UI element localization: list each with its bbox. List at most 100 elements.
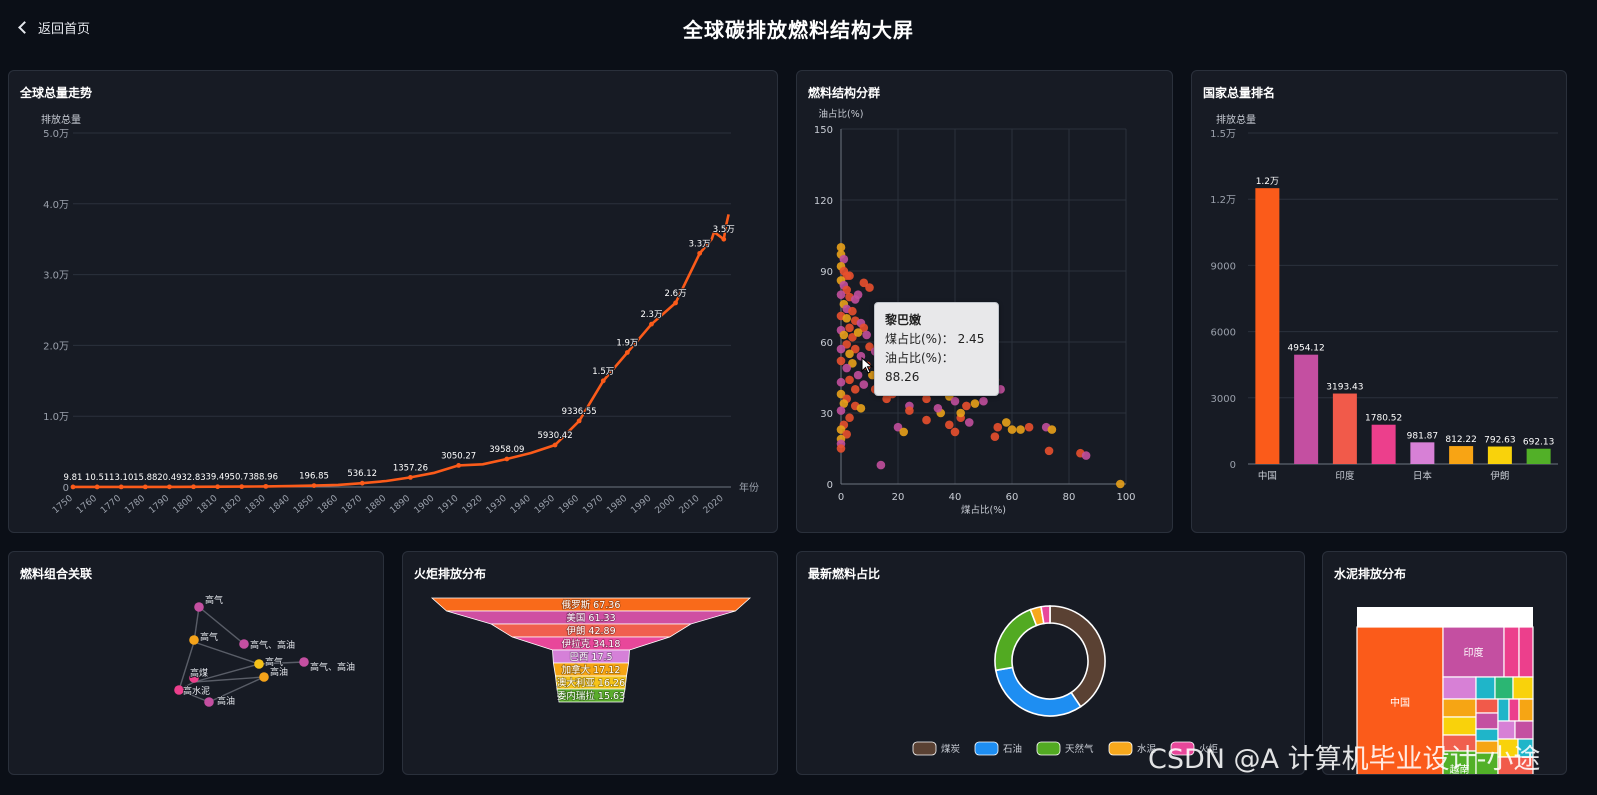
graph-node-label: 高煤	[190, 667, 208, 679]
donut-slice	[994, 608, 1038, 672]
x-tick-label: 2010	[678, 493, 702, 516]
x-tick-label: 1810	[196, 493, 220, 516]
x-tick-label: 1990	[629, 493, 653, 516]
x-tick-label: 1870	[340, 493, 364, 516]
bar-value-label: 1.2万	[1256, 177, 1279, 187]
scatter-tooltip: 黎巴嫩 煤占比(%)： 2.45 油占比(%)： 88.26	[874, 302, 999, 396]
series-point	[408, 474, 413, 480]
data-label: 2.6万	[665, 289, 687, 299]
series-point	[215, 484, 221, 490]
legend-label: 天然气	[1065, 743, 1094, 755]
scatter-point	[850, 385, 860, 394]
scatter-point	[853, 290, 863, 299]
scatter-point	[845, 271, 854, 281]
y-tick-label: 1.5万	[1210, 129, 1236, 140]
scatter-point	[922, 415, 931, 425]
funnel-label: 加拿大 17.12	[562, 664, 621, 676]
legend-swatch	[974, 741, 999, 756]
data-label: 196.85	[299, 472, 329, 482]
scatter-point	[839, 330, 849, 340]
treemap-cell	[1503, 626, 1520, 678]
data-label: 3050.27	[441, 451, 476, 461]
series-point	[239, 484, 245, 490]
y-tick-label: 30	[820, 409, 833, 420]
x-tick-label: 1750	[51, 493, 75, 516]
scatter-point	[876, 460, 886, 470]
panel-country-rank: 国家总量排名 0 3000 6000 9000 1.2万 1.5万 排放总量 1.2万 中国 49…	[1191, 70, 1567, 533]
data-label: 1357.26	[393, 463, 428, 473]
y-tick-label: 6000	[1211, 328, 1236, 339]
x-axis-title: 煤占比(%)	[961, 504, 1006, 516]
series-point	[70, 484, 76, 490]
scatter-point	[970, 399, 980, 408]
x-tick-label: 1950	[533, 493, 557, 516]
y-tick-label: 0	[827, 480, 833, 491]
graph-node-label: 高气、高油	[310, 661, 355, 673]
x-tick-label: 1820	[220, 493, 244, 516]
bar-value-label: 3193.43	[1326, 383, 1363, 393]
y-tick-label: 0	[63, 483, 69, 494]
graph-node	[189, 635, 199, 645]
series-line	[73, 214, 730, 489]
rank-bar-chart: 0 3000 6000 9000 1.2万 1.5万 排放总量 1.2万中国 4954.12 31…	[1210, 113, 1558, 482]
scatter-point	[842, 363, 851, 373]
tooltip-oil-row: 油占比(%)： 88.26	[885, 351, 954, 384]
data-label: 1.5万	[592, 367, 614, 377]
graph-node-label: 高油	[217, 695, 235, 707]
data-label: 20.49	[157, 473, 181, 483]
donut-slice	[994, 666, 1082, 717]
y-axis-title: 排放总量	[1216, 113, 1256, 126]
treemap-header	[1357, 607, 1533, 627]
panel-fuel-graph: 燃料组合关联 高气 高气 高气、高油 高气 高气、高油 高煤 高水泥 高油 高油	[8, 551, 384, 775]
panel-fuel-cluster: 燃料结构分群 0 30 60 90 120 150 0 20 40 60 80 100 油占比(%) 煤占…	[796, 70, 1173, 533]
y-tick-label: 0	[1230, 460, 1236, 471]
tooltip-coal-row: 煤占比(%)： 2.45	[885, 332, 985, 346]
series-point	[721, 236, 727, 242]
x-axis-title: 年份	[739, 481, 759, 494]
scatter-point	[1081, 451, 1091, 460]
scatter-point	[862, 330, 871, 340]
scatter-point	[1002, 418, 1011, 427]
x-tick-label: 1960	[557, 493, 581, 516]
y-tick-label: 3000	[1211, 394, 1236, 405]
x-tick-label: 1770	[99, 493, 123, 516]
series-point	[697, 250, 703, 256]
scatter-point	[950, 396, 960, 406]
data-label: 3.5万	[713, 225, 735, 235]
graph-node-label: 高气	[265, 656, 283, 668]
x-tick-label: 100	[1116, 492, 1135, 503]
treemap-cell	[1508, 698, 1520, 722]
scatter-point	[845, 323, 854, 333]
funnel-label: 美国 61.33	[566, 612, 615, 624]
bar	[1526, 448, 1551, 464]
funnel-label: 伊朗 42.89	[566, 625, 615, 637]
funnel-label: 澳大利亚 16.26	[557, 677, 625, 689]
graph-node-label: 高气	[205, 594, 223, 606]
scatter-point	[993, 422, 1003, 432]
scatter-point	[848, 306, 857, 316]
y-tick-label: 5.0万	[43, 129, 69, 140]
x-tick-label: 1940	[509, 493, 533, 516]
y-tick-label: 1.0万	[43, 412, 69, 423]
series-point	[456, 463, 462, 468]
x-tick-label: 1790	[147, 493, 171, 516]
scatter-point	[856, 403, 866, 413]
scatter-point	[836, 344, 846, 354]
scatter-point	[1047, 425, 1057, 434]
series-point	[673, 300, 678, 306]
series-point	[142, 484, 148, 490]
data-label: 9336.55	[562, 407, 597, 417]
mouse-cursor-icon	[861, 357, 874, 374]
x-tick-label: 40	[949, 492, 962, 503]
y-tick-label: 2.0万	[43, 341, 69, 352]
scatter-point	[845, 413, 854, 423]
x-tick-label: 60	[1006, 492, 1019, 503]
treemap-cell	[1518, 698, 1534, 722]
series-point	[649, 321, 654, 327]
bar	[1371, 424, 1396, 464]
bar-value-label: 1780.52	[1365, 414, 1402, 424]
treemap-label: 中国	[1390, 696, 1410, 709]
x-tick-label: 1850	[292, 493, 316, 516]
series-point	[167, 484, 172, 490]
graph-node	[259, 672, 269, 682]
